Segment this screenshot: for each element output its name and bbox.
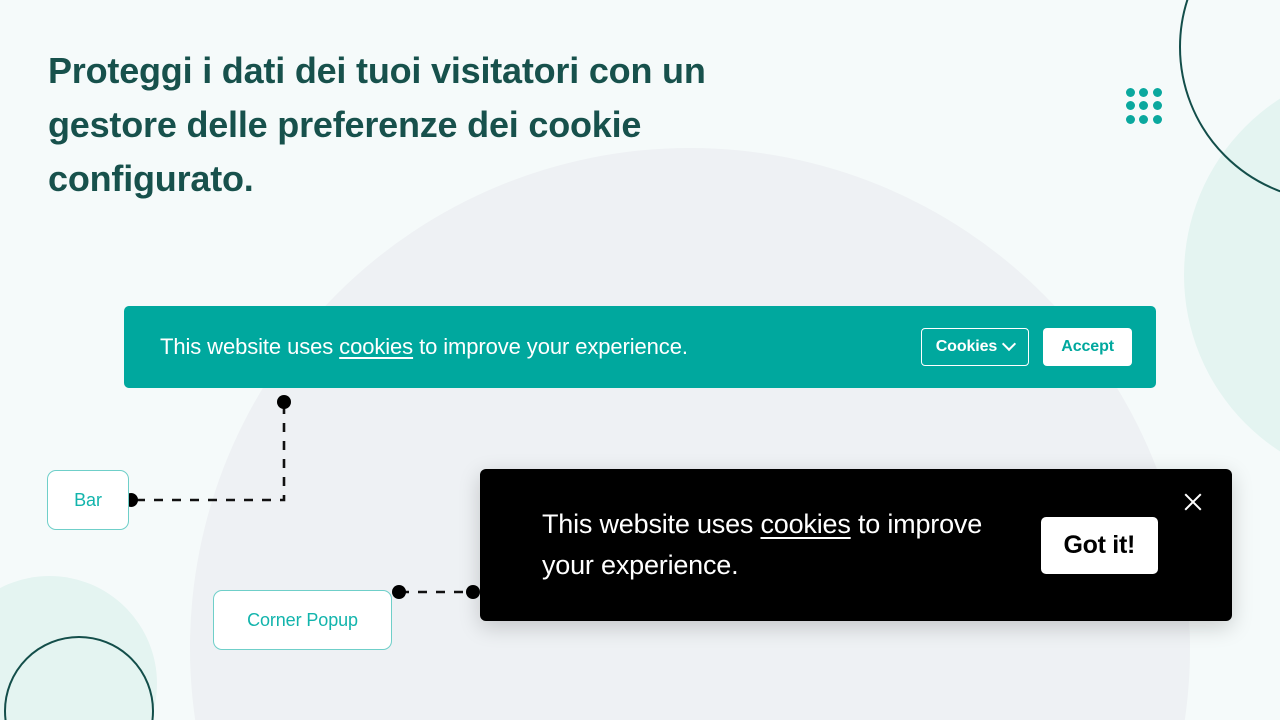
circle-filled-icon-top-right <box>1184 65 1280 485</box>
callout-tag-corner-popup-label: Corner Popup <box>247 609 358 630</box>
chevron-down-icon <box>1002 336 1017 352</box>
cookie-bar-banner: This website uses cookies to improve you… <box>124 306 1156 388</box>
cookies-settings-button[interactable]: Cookies <box>920 328 1030 366</box>
accept-button[interactable]: Accept <box>1043 328 1132 366</box>
corner-popup-message-link[interactable]: cookies <box>761 509 851 539</box>
cookie-bar-message: This website uses cookies to improve you… <box>160 334 921 360</box>
page-title: Proteggi i dati dei tuoi visitatori con … <box>48 50 706 199</box>
connector-node-corner-end <box>466 585 480 599</box>
corner-popup-message-prefix: This website uses <box>542 509 761 539</box>
connector-node-bar-end <box>277 395 291 409</box>
cookie-corner-popup: This website uses cookies to improve you… <box>480 469 1232 621</box>
connector-node-corner-start <box>392 585 406 599</box>
cookie-bar-message-prefix: This website uses <box>160 334 340 359</box>
cookie-bar-actions: Cookies Accept <box>920 328 1132 366</box>
cookie-bar-message-suffix: to improve your experience. <box>413 334 688 359</box>
circle-filled-icon-bottom-left <box>0 576 157 720</box>
got-it-button[interactable]: Got it! <box>1040 516 1158 574</box>
close-x-icon[interactable] <box>1178 487 1208 517</box>
cookies-settings-label: Cookies <box>935 338 998 355</box>
callout-tag-bar[interactable]: Bar <box>47 470 129 530</box>
cookie-bar-message-link[interactable]: cookies <box>339 334 413 359</box>
callout-tag-bar-label: Bar <box>74 489 102 510</box>
callout-tag-corner-popup[interactable]: Corner Popup <box>213 590 392 650</box>
page-canvas: Proteggi i dati dei tuoi visitatori con … <box>0 0 1280 720</box>
corner-popup-message: This website uses cookies to improve you… <box>542 504 982 586</box>
dot-grid-icon <box>1126 88 1166 128</box>
circle-outline-icon-top-right <box>1179 0 1280 202</box>
circle-outline-icon-bottom-left <box>4 636 154 720</box>
